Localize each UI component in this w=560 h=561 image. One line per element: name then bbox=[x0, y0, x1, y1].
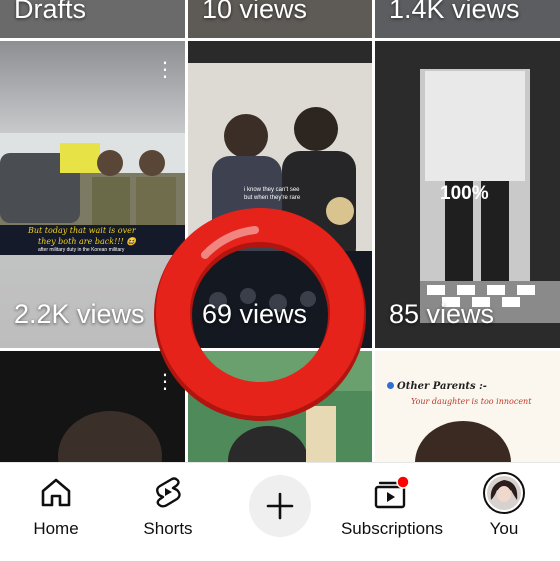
views-count: 10 views bbox=[202, 0, 308, 24]
home-icon bbox=[41, 478, 71, 507]
create-button[interactable] bbox=[249, 475, 311, 537]
caption-line-1: i know they can't see bbox=[244, 187, 300, 193]
nav-you[interactable]: You bbox=[448, 463, 560, 561]
short-tile-top-2[interactable]: 10 views bbox=[188, 0, 372, 38]
percent-overlay: 100% bbox=[440, 183, 489, 204]
video-thumbnail bbox=[415, 421, 511, 462]
views-count: 1.4K views bbox=[389, 0, 520, 24]
nav-you-label: You bbox=[489, 519, 519, 538]
notification-dot bbox=[396, 475, 410, 489]
short-tile-3[interactable]: ⋮ 100% 85 views bbox=[375, 41, 560, 348]
avatar bbox=[483, 472, 525, 514]
short-tile-6[interactable]: Other Parents :- Your daughter is too in… bbox=[375, 351, 560, 462]
caption-line-2: they both are back!!! 😆 bbox=[38, 237, 137, 246]
shorts-icon bbox=[156, 477, 181, 508]
subscriptions-icon bbox=[374, 475, 410, 509]
drafts-tile[interactable]: Drafts bbox=[0, 0, 185, 38]
caption-sub: after military duty in the Korean milita… bbox=[38, 247, 125, 253]
nav-home[interactable]: Home bbox=[0, 463, 112, 561]
caption-line-1: But today that wait is over bbox=[28, 226, 136, 235]
record-ring-icon bbox=[154, 208, 366, 421]
more-options-icon[interactable]: ⋮ bbox=[155, 59, 175, 79]
drafts-label: Drafts bbox=[14, 0, 87, 24]
short-tile-top-3[interactable]: 1.4K views bbox=[375, 0, 560, 38]
nav-subscriptions-label: Subscriptions bbox=[340, 519, 444, 538]
nav-home-label: Home bbox=[33, 519, 79, 538]
nav-shorts[interactable]: Shorts bbox=[112, 463, 224, 561]
bottom-navigation: Home Shorts Subscriptions You bbox=[0, 462, 560, 561]
nav-shorts-label: Shorts bbox=[143, 519, 193, 538]
create-plus-icon bbox=[266, 492, 294, 520]
nav-subscriptions[interactable]: Subscriptions bbox=[336, 463, 448, 561]
views-count: 85 views bbox=[389, 299, 495, 329]
nav-create[interactable] bbox=[224, 463, 336, 561]
views-count: 2.2K views bbox=[14, 299, 145, 329]
